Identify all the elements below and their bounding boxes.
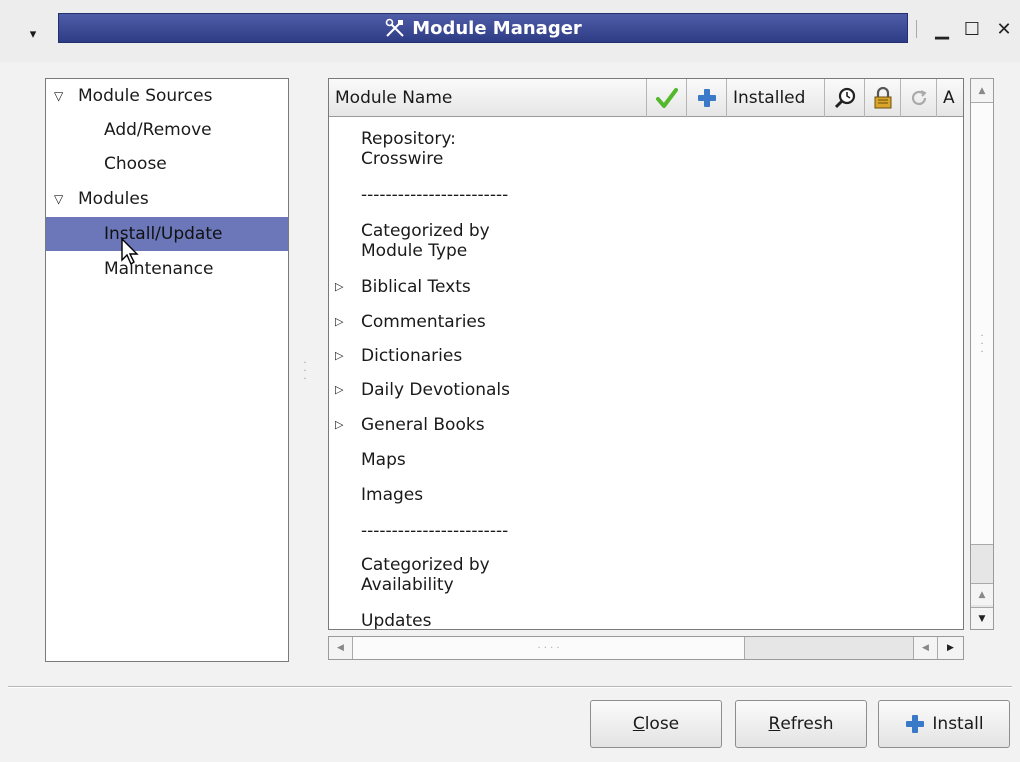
scroll-down-arrow[interactable]: ▼ [971,607,993,629]
list-item-commentaries[interactable]: ▷ Commentaries [329,312,959,332]
window-title: Module Manager [412,17,582,39]
list-item-daily-devotionals[interactable]: ▷ Daily Devotionals [329,380,959,400]
maximize-icon: ☐ [963,18,981,40]
pane-splitter-handle[interactable]: · · · [300,359,310,385]
install-button[interactable]: Install [878,700,1010,748]
tree-item-label: Choose [104,154,167,174]
lock-icon [874,87,891,109]
tree-item-add-remove[interactable]: Add/Remove [46,113,288,147]
tree-item-install-update[interactable]: Install/Update [46,217,288,251]
list-item-text: Commentaries [361,312,486,332]
title-separator [916,20,917,38]
category-tree: ▽ Module Sources Add/Remove Choose ▽ Mod… [45,78,289,662]
list-item-maps[interactable]: Maps [329,450,959,470]
window-menu-button[interactable]: ▾ [16,14,50,54]
list-item-images[interactable]: Images [329,485,959,505]
expand-triangle-icon[interactable]: ▷ [335,346,343,366]
list-item-general-books[interactable]: ▷ General Books [329,415,959,435]
list-item-text: Updates [361,611,432,630]
tree-item-label: Modules [78,189,149,209]
maximize-button[interactable]: ☐ [958,14,986,44]
plus-icon [697,89,716,107]
mnemonic-letter: C [632,714,645,734]
checkmark-icon [655,88,678,108]
button-label: Install [932,714,984,734]
close-button[interactable]: Close [590,700,722,748]
dialog-separator [8,686,1012,688]
tree-item-label: Add/Remove [104,120,212,140]
chevron-down-icon: ▾ [29,26,37,42]
expand-triangle-icon[interactable]: ▷ [335,415,343,435]
mnemonic-letter: R [768,714,781,734]
scroll-left-arrow[interactable]: ◀ [329,637,353,659]
column-label: A [943,88,955,108]
expand-triangle-icon[interactable]: ▷ [335,312,343,332]
column-header-check[interactable] [647,79,687,117]
button-label: efresh [780,714,834,734]
column-header-search[interactable] [825,79,865,117]
grip-icon: · · · · [537,642,560,654]
scroll-left-arrow-secondary[interactable]: ◀ [913,637,937,659]
refresh-button[interactable]: Refresh [735,700,867,748]
column-label: Installed [733,88,806,108]
list-item-text: ------------------------ [361,185,509,205]
horizontal-scroll-thumb[interactable]: · · · · [353,637,745,659]
tree-item-choose[interactable]: Choose [46,147,288,181]
button-label: lose [644,714,680,734]
list-item-repository[interactable]: Repository: Crosswire [329,129,959,169]
module-list: Module Name Installed A Repository: Cros… [328,78,964,630]
vertical-scroll-thumb[interactable]: · · · [971,103,993,545]
list-item-text: Repository: Crosswire [361,129,456,169]
list-item-text: Categorized by Module Type [361,221,490,261]
list-item-text: Categorized by Availability [361,555,490,595]
minimize-icon: ▁ [935,18,949,40]
horizontal-scrollbar[interactable]: ◀ · · · · ◀ ▶ [328,636,964,660]
tree-item-maintenance[interactable]: Maintenance [46,252,288,286]
minimize-button[interactable]: ▁ [928,14,956,44]
column-header-a[interactable]: A [937,79,963,117]
list-item-text: ------------------------ [361,521,509,541]
mouse-pointer-icon [121,238,139,266]
tree-item-label: Module Sources [78,86,213,106]
expand-triangle-icon[interactable]: ▷ [335,380,343,400]
column-header-installed[interactable]: Installed [727,79,825,117]
list-item-availability-header[interactable]: Categorized by Availability [329,555,959,595]
list-item-updates[interactable]: Updates [329,611,959,630]
column-header-lock[interactable] [865,79,901,117]
list-item-text: Images [361,485,424,505]
list-item-text: Biblical Texts [361,277,471,297]
list-item-separator: ------------------------ [329,521,959,541]
tree-item-module-sources[interactable]: ▽ Module Sources [46,79,288,113]
column-header-plus[interactable] [687,79,727,117]
list-item-category-header[interactable]: Categorized by Module Type [329,221,959,261]
refresh-icon [911,90,927,106]
list-item-text: Maps [361,450,406,470]
window-title-strip[interactable]: Module Manager [58,13,908,43]
column-label: Module Name [335,88,453,108]
list-header: Module Name Installed A [329,79,963,117]
tree-item-modules[interactable]: ▽ Modules [46,182,288,216]
list-item-dictionaries[interactable]: ▷ Dictionaries [329,346,959,366]
scroll-up-arrow[interactable]: ▲ [971,79,993,103]
expanded-triangle-icon[interactable]: ▽ [54,79,63,113]
list-item-text: Daily Devotionals [361,380,510,400]
magnifier-icon [834,87,855,109]
tools-icon [385,18,404,37]
list-item-separator: ------------------------ [329,185,959,205]
vertical-scrollbar[interactable]: ▲ · · · ▲ ▼ [970,78,994,630]
list-item-biblical-texts[interactable]: ▷ Biblical Texts [329,277,959,297]
expanded-triangle-icon[interactable]: ▽ [54,182,63,216]
column-header-refresh[interactable] [901,79,937,117]
column-header-module-name[interactable]: Module Name [329,79,647,117]
expand-triangle-icon[interactable]: ▷ [335,277,343,297]
scroll-up-arrow-secondary[interactable]: ▲ [971,583,993,605]
plus-icon [906,715,925,733]
grip-icon: · · · [980,331,984,358]
close-icon: ✕ [996,18,1012,40]
list-item-text: Dictionaries [361,346,463,366]
list-item-text: General Books [361,415,485,435]
scroll-right-arrow[interactable]: ▶ [937,637,963,659]
close-window-button[interactable]: ✕ [990,14,1018,44]
